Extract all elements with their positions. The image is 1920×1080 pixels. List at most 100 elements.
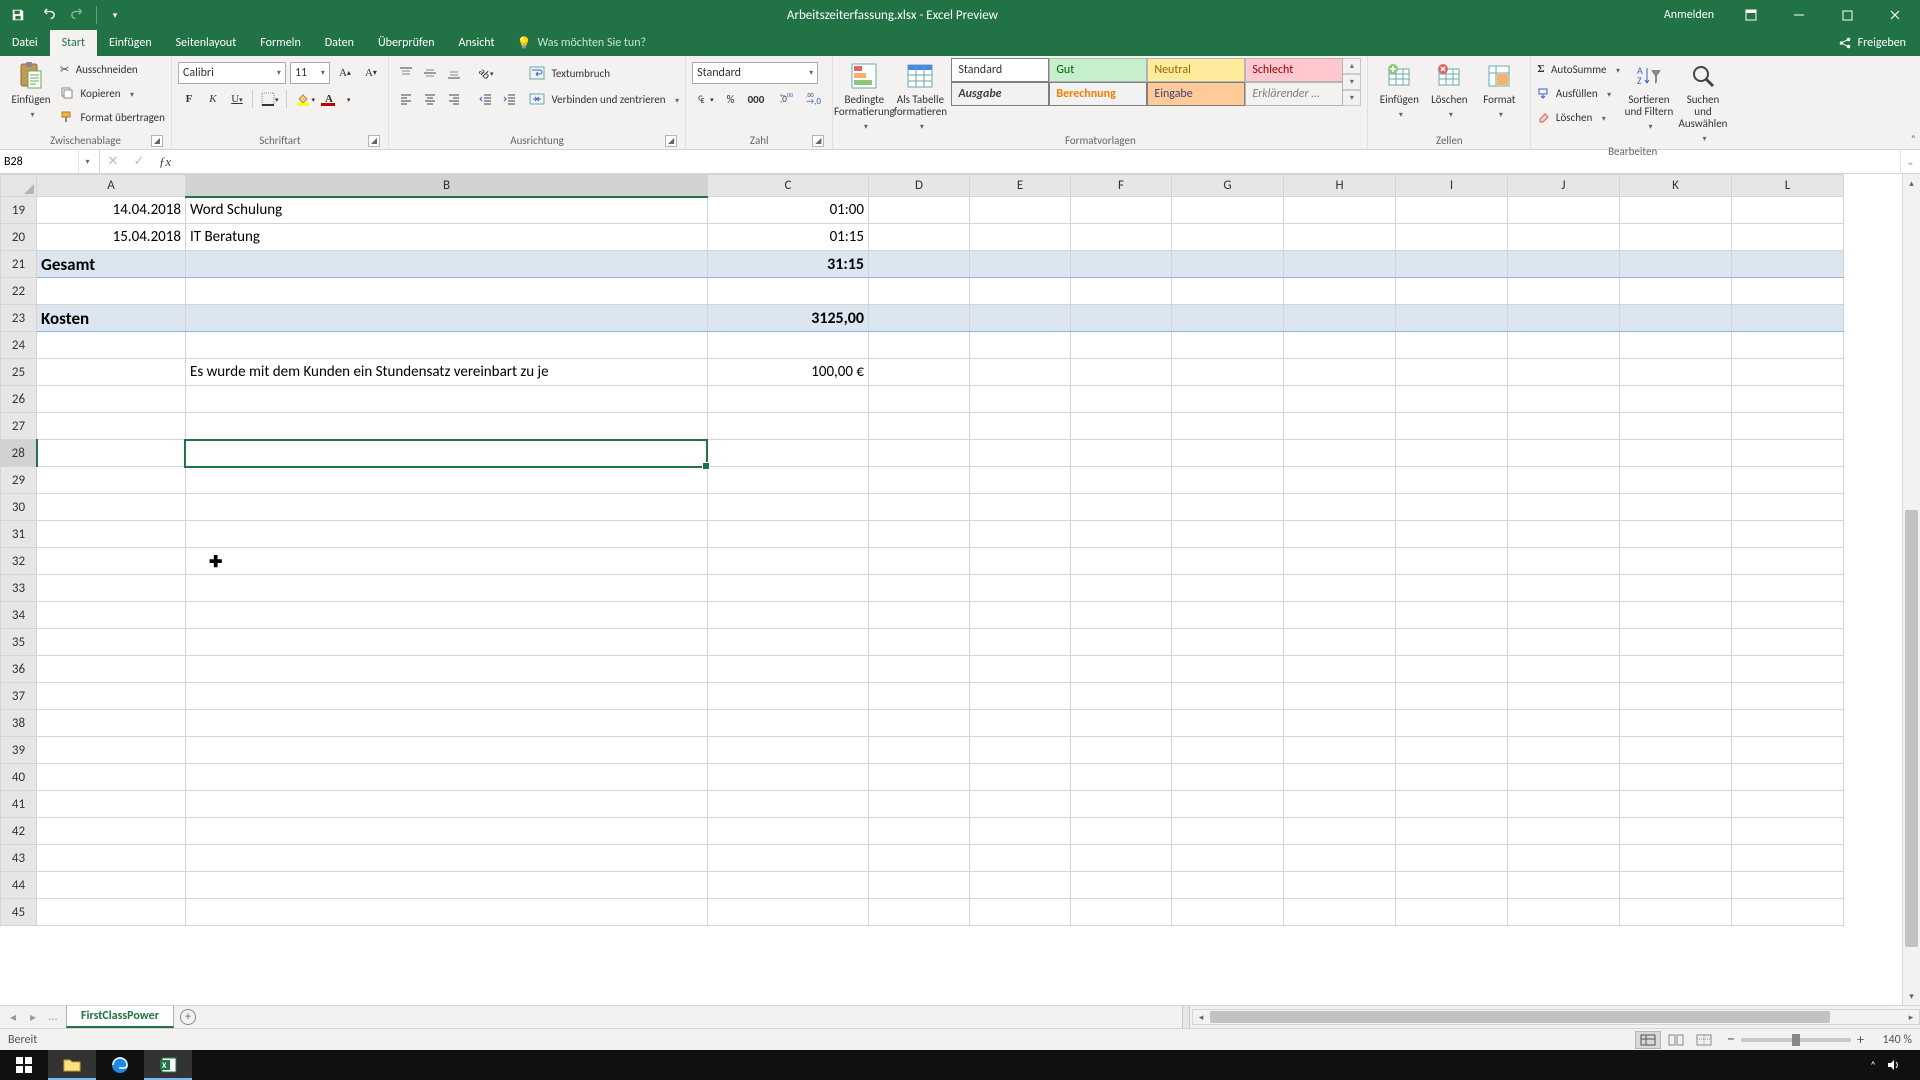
cell[interactable] bbox=[1284, 251, 1396, 278]
cell[interactable] bbox=[1071, 440, 1172, 467]
style-output[interactable]: Ausgabe bbox=[951, 82, 1049, 106]
font-color-button[interactable]: A▾ bbox=[321, 89, 354, 109]
cell[interactable] bbox=[1508, 467, 1620, 494]
cell[interactable] bbox=[1620, 791, 1732, 818]
cell[interactable] bbox=[1396, 386, 1508, 413]
cell[interactable] bbox=[1732, 413, 1844, 440]
scroll-left-icon[interactable]: ◂ bbox=[1193, 1012, 1209, 1023]
cell[interactable] bbox=[186, 791, 708, 818]
column-header[interactable]: F bbox=[1071, 175, 1172, 197]
redo-icon[interactable] bbox=[66, 3, 90, 27]
cell[interactable] bbox=[1732, 818, 1844, 845]
tab-start[interactable]: Start bbox=[50, 30, 97, 56]
zoom-out-icon[interactable]: − bbox=[1727, 1030, 1735, 1049]
cell[interactable] bbox=[1732, 224, 1844, 251]
cell[interactable] bbox=[869, 899, 970, 926]
tab-review[interactable]: Überprüfen bbox=[366, 30, 447, 56]
cell[interactable] bbox=[1620, 710, 1732, 737]
align-bottom-icon[interactable] bbox=[443, 63, 465, 83]
cell[interactable] bbox=[869, 467, 970, 494]
cell[interactable] bbox=[1620, 899, 1732, 926]
cell[interactable] bbox=[1071, 899, 1172, 926]
scroll-right-icon[interactable]: ▸ bbox=[1903, 1012, 1919, 1023]
cell[interactable] bbox=[708, 683, 869, 710]
cell[interactable] bbox=[869, 521, 970, 548]
cell[interactable] bbox=[869, 332, 970, 359]
fill-color-button[interactable]: ▾ bbox=[291, 89, 319, 109]
cell[interactable] bbox=[186, 845, 708, 872]
cell[interactable]: Word Schulung bbox=[186, 197, 708, 224]
align-left-icon[interactable] bbox=[395, 89, 417, 109]
cell[interactable]: Kosten bbox=[37, 305, 186, 332]
cell[interactable] bbox=[1284, 764, 1396, 791]
format-as-table-button[interactable]: Als Tabelle formatieren bbox=[895, 58, 945, 132]
cell[interactable] bbox=[186, 683, 708, 710]
sheet-next-icon[interactable]: ▸ bbox=[24, 1010, 42, 1025]
row-header[interactable]: 31 bbox=[1, 521, 37, 548]
row-header[interactable]: 44 bbox=[1, 872, 37, 899]
find-select-button[interactable]: Suchen und Auswählen bbox=[1678, 58, 1728, 144]
cell[interactable] bbox=[1732, 467, 1844, 494]
row-header[interactable]: 34 bbox=[1, 602, 37, 629]
cell[interactable] bbox=[1620, 683, 1732, 710]
column-header[interactable]: L bbox=[1732, 175, 1844, 197]
cell[interactable] bbox=[1172, 656, 1284, 683]
cell[interactable] bbox=[869, 602, 970, 629]
cell[interactable]: 100,00 € bbox=[708, 359, 869, 386]
cell[interactable] bbox=[1508, 224, 1620, 251]
cell[interactable] bbox=[1172, 818, 1284, 845]
cell[interactable] bbox=[37, 845, 186, 872]
cell[interactable] bbox=[1396, 791, 1508, 818]
cell[interactable] bbox=[1172, 521, 1284, 548]
cell[interactable] bbox=[1508, 791, 1620, 818]
cell[interactable] bbox=[708, 413, 869, 440]
cell[interactable] bbox=[970, 791, 1071, 818]
cell[interactable] bbox=[869, 305, 970, 332]
cell[interactable] bbox=[1284, 872, 1396, 899]
format-cells-button[interactable]: Format bbox=[1474, 58, 1524, 120]
cell[interactable] bbox=[970, 602, 1071, 629]
cell[interactable] bbox=[1620, 818, 1732, 845]
cell[interactable] bbox=[1508, 845, 1620, 872]
cell[interactable] bbox=[1284, 656, 1396, 683]
format-painter-button[interactable]: Format übertragen bbox=[60, 106, 165, 128]
cell[interactable] bbox=[1620, 494, 1732, 521]
cell[interactable] bbox=[970, 224, 1071, 251]
cell[interactable] bbox=[1172, 737, 1284, 764]
taskbar-edge[interactable] bbox=[96, 1050, 144, 1080]
cell[interactable] bbox=[970, 548, 1071, 575]
cell[interactable] bbox=[1732, 197, 1844, 224]
cell[interactable] bbox=[1071, 548, 1172, 575]
cell[interactable] bbox=[1620, 332, 1732, 359]
cell[interactable] bbox=[869, 872, 970, 899]
name-box-input[interactable] bbox=[0, 155, 78, 169]
cell[interactable] bbox=[1071, 386, 1172, 413]
tray-volume-icon[interactable] bbox=[1886, 1058, 1900, 1072]
column-header[interactable]: K bbox=[1620, 175, 1732, 197]
cell[interactable] bbox=[1172, 872, 1284, 899]
tab-layout[interactable]: Seitenlayout bbox=[164, 30, 249, 56]
cell[interactable] bbox=[1071, 251, 1172, 278]
cell[interactable] bbox=[1172, 845, 1284, 872]
font-size-combo[interactable]: 11▾ bbox=[290, 62, 330, 84]
cell[interactable] bbox=[186, 602, 708, 629]
cell[interactable] bbox=[869, 683, 970, 710]
cell[interactable] bbox=[1396, 602, 1508, 629]
tab-insert[interactable]: Einfügen bbox=[97, 30, 164, 56]
cell[interactable] bbox=[970, 737, 1071, 764]
autosum-button[interactable]: Σ AutoSumme bbox=[1537, 58, 1620, 80]
cell[interactable] bbox=[970, 413, 1071, 440]
cell[interactable] bbox=[869, 197, 970, 224]
cell[interactable] bbox=[1284, 845, 1396, 872]
cell[interactable] bbox=[1172, 386, 1284, 413]
increase-decimal-icon[interactable]: ,0←,00 bbox=[776, 89, 800, 109]
column-header[interactable]: C bbox=[708, 175, 869, 197]
row-header[interactable]: 26 bbox=[1, 386, 37, 413]
cell[interactable] bbox=[1396, 656, 1508, 683]
dialog-launcher-icon[interactable]: ◢ bbox=[368, 135, 380, 147]
cell[interactable] bbox=[1172, 791, 1284, 818]
cell[interactable] bbox=[1071, 737, 1172, 764]
cell[interactable] bbox=[1396, 899, 1508, 926]
cell[interactable] bbox=[970, 683, 1071, 710]
cell[interactable] bbox=[1284, 602, 1396, 629]
